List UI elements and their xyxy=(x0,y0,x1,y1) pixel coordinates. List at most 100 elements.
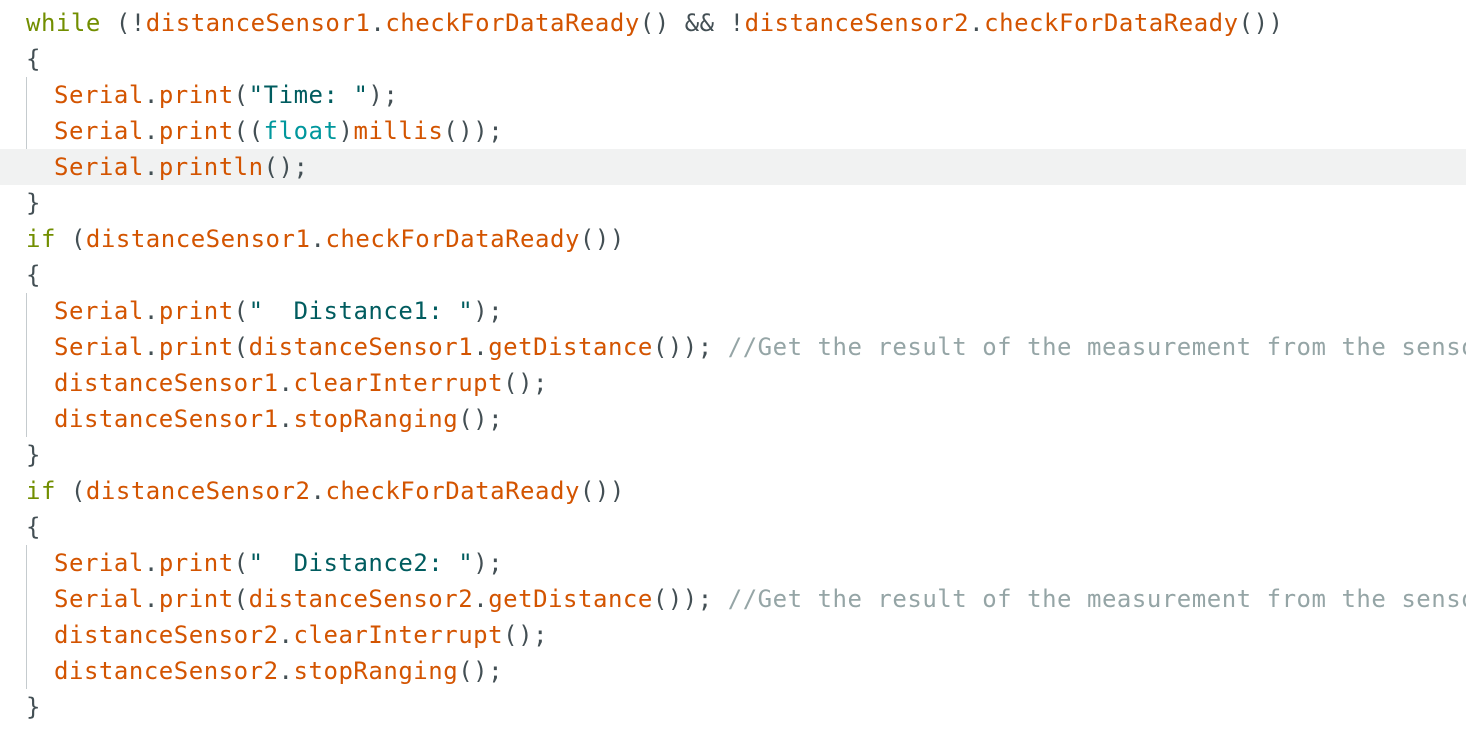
punctuation-token: { xyxy=(26,513,41,541)
code-line-text: while (!distanceSensor1.checkForDataRead… xyxy=(26,5,1284,41)
punctuation-token: . xyxy=(969,9,985,37)
identifier-token: clearInterrupt xyxy=(293,369,504,397)
punctuation-token: ); xyxy=(473,549,504,577)
keyword-token: if xyxy=(26,477,56,505)
punctuation-token: ( xyxy=(233,297,249,325)
identifier-token: getDistance xyxy=(488,585,653,613)
punctuation-token: . xyxy=(143,153,159,181)
code-line-text: } xyxy=(26,185,41,221)
identifier-token: getDistance xyxy=(488,333,653,361)
identifier-token: checkForDataReady xyxy=(984,9,1239,37)
identifier-token: Serial xyxy=(54,585,144,613)
identifier-token: distanceSensor1 xyxy=(54,405,279,433)
code-line[interactable]: distanceSensor2.stopRanging(); xyxy=(0,653,1466,689)
punctuation-token: . xyxy=(143,549,159,577)
code-line-text: Serial.print("Time: "); xyxy=(54,77,398,113)
code-line[interactable]: Serial.print(distanceSensor1.getDistance… xyxy=(0,329,1466,365)
code-line-text: Serial.print(distanceSensor1.getDistance… xyxy=(54,329,1466,365)
code-line-text: Serial.println(); xyxy=(54,149,309,185)
code-line-text: { xyxy=(26,509,41,545)
code-line[interactable]: while (!distanceSensor1.checkForDataRead… xyxy=(0,5,1466,41)
punctuation-token: . xyxy=(310,225,326,253)
identifier-token: distanceSensor2 xyxy=(744,9,970,37)
punctuation-token: . xyxy=(473,585,489,613)
punctuation-token: ) xyxy=(338,117,354,145)
code-line[interactable]: } xyxy=(0,689,1466,725)
code-line[interactable]: Serial.print(distanceSensor2.getDistance… xyxy=(0,581,1466,617)
punctuation-token: . xyxy=(473,333,489,361)
identifier-token: distanceSensor1 xyxy=(145,9,371,37)
punctuation-token: (); xyxy=(458,657,504,685)
punctuation-token: ( xyxy=(233,585,249,613)
punctuation-token: . xyxy=(143,333,159,361)
keyword-token: while xyxy=(26,9,101,37)
punctuation-token: . xyxy=(143,297,159,325)
code-line[interactable]: { xyxy=(0,257,1466,293)
punctuation-token: (); xyxy=(503,369,549,397)
keyword-token: if xyxy=(26,225,56,253)
punctuation-token: ( xyxy=(55,225,86,253)
identifier-token: println xyxy=(158,153,264,181)
comment-token: //Get the result of the measurement from… xyxy=(727,585,1466,613)
punctuation-token: ()) xyxy=(579,477,625,505)
identifier-token: print xyxy=(158,549,234,577)
code-line-text: distanceSensor2.clearInterrupt(); xyxy=(54,617,548,653)
identifier-token: distanceSensor2 xyxy=(54,657,279,685)
string-token: " Distance2: " xyxy=(248,549,474,577)
punctuation-token: ()); xyxy=(652,585,728,613)
identifier-token: Serial xyxy=(54,153,144,181)
identifier-token: checkForDataReady xyxy=(325,225,580,253)
code-line[interactable]: distanceSensor1.clearInterrupt(); xyxy=(0,365,1466,401)
code-line[interactable]: Serial.print("Time: "); xyxy=(0,77,1466,113)
code-line[interactable]: if (distanceSensor2.checkForDataReady()) xyxy=(0,473,1466,509)
code-line[interactable]: if (distanceSensor1.checkForDataReady()) xyxy=(0,221,1466,257)
code-line[interactable]: Serial.print(" Distance2: "); xyxy=(0,545,1466,581)
punctuation-token: . xyxy=(310,477,326,505)
identifier-token: clearInterrupt xyxy=(293,621,504,649)
code-line-text: Serial.print(distanceSensor2.getDistance… xyxy=(54,581,1466,617)
identifier-token: checkForDataReady xyxy=(325,477,580,505)
code-line-text: if (distanceSensor2.checkForDataReady()) xyxy=(26,473,625,509)
identifier-token: distanceSensor1 xyxy=(85,225,311,253)
type-token: float xyxy=(263,117,339,145)
punctuation-token: (); xyxy=(263,153,309,181)
code-line[interactable]: Serial.print(" Distance1: "); xyxy=(0,293,1466,329)
identifier-token: checkForDataReady xyxy=(385,9,640,37)
punctuation-token: ); xyxy=(368,81,399,109)
code-line[interactable]: } xyxy=(0,185,1466,221)
current-code-line[interactable]: Serial.println(); xyxy=(0,149,1466,185)
punctuation-token: } xyxy=(26,189,41,217)
punctuation-token: ()); xyxy=(652,333,728,361)
code-line-text: { xyxy=(26,41,41,77)
identifier-token: Serial xyxy=(54,81,144,109)
code-line-text: Serial.print((float)millis()); xyxy=(54,113,503,149)
code-line-text: Serial.print(" Distance2: "); xyxy=(54,545,503,581)
punctuation-token: . xyxy=(143,585,159,613)
code-line-text: distanceSensor2.stopRanging(); xyxy=(54,653,503,689)
punctuation-token: ()) xyxy=(1238,9,1284,37)
code-editor[interactable]: while (!distanceSensor1.checkForDataRead… xyxy=(0,5,1466,732)
identifier-token: Serial xyxy=(54,549,144,577)
string-token: " Distance1: " xyxy=(248,297,474,325)
code-line[interactable]: Serial.print((float)millis()); xyxy=(0,113,1466,149)
code-line[interactable]: distanceSensor2.clearInterrupt(); xyxy=(0,617,1466,653)
punctuation-token: (); xyxy=(458,405,504,433)
code-line-text: Serial.print(" Distance1: "); xyxy=(54,293,503,329)
punctuation-token: { xyxy=(26,261,41,289)
identifier-token: Serial xyxy=(54,297,144,325)
string-token: "Time: " xyxy=(248,81,369,109)
code-line-text: } xyxy=(26,437,41,473)
code-line-text: distanceSensor1.clearInterrupt(); xyxy=(54,365,548,401)
punctuation-token: (); xyxy=(503,621,549,649)
punctuation-token: ( xyxy=(233,333,249,361)
punctuation-token: ()) xyxy=(579,225,625,253)
code-line[interactable]: { xyxy=(0,509,1466,545)
code-line[interactable]: } xyxy=(0,437,1466,473)
identifier-token: Serial xyxy=(54,117,144,145)
punctuation-token: (( xyxy=(233,117,264,145)
identifier-token: print xyxy=(158,297,234,325)
code-line[interactable]: { xyxy=(0,41,1466,77)
code-line[interactable]: distanceSensor1.stopRanging(); xyxy=(0,401,1466,437)
punctuation-token: ( xyxy=(233,549,249,577)
code-line-text: } xyxy=(26,689,41,725)
